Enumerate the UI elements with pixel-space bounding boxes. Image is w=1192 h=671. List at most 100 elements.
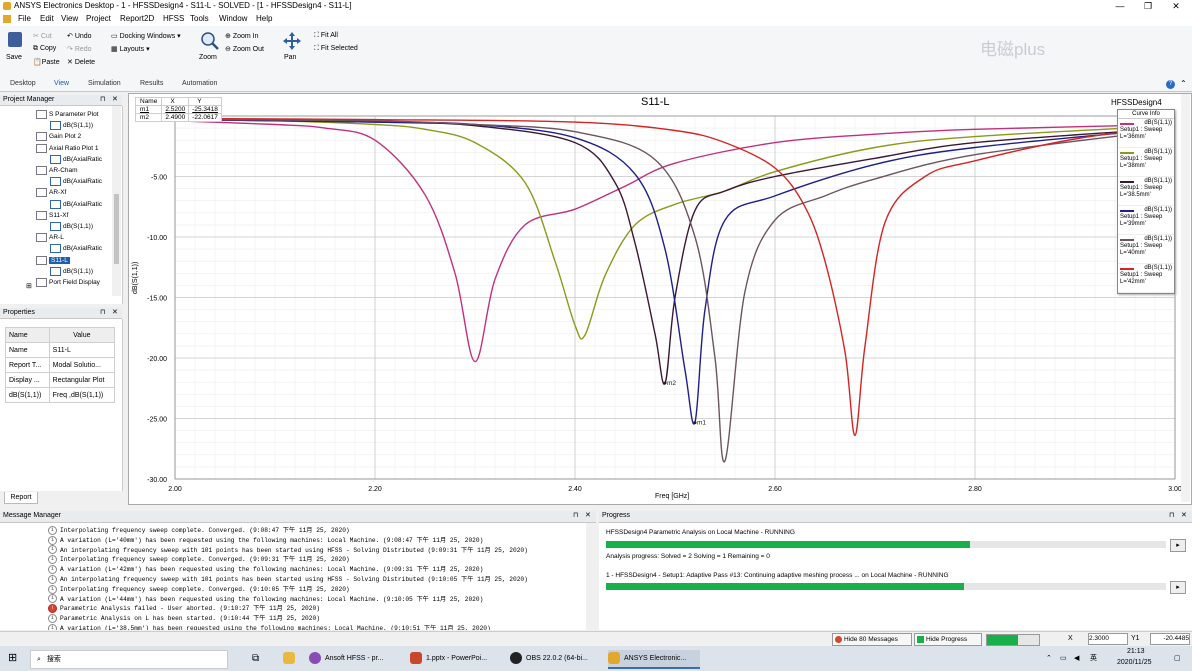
message-item[interactable]: i An interpolating frequency sweep with 1… <box>48 545 528 555</box>
zoom-out-button[interactable]: ⊖ Zoom Out <box>225 45 264 53</box>
collapse-ribbon-icon[interactable]: ⌃ <box>1180 79 1187 88</box>
tree-item[interactable]: S11-Xf <box>36 210 68 220</box>
fit-selected-button[interactable]: ⛶ Fit Selected <box>314 45 358 53</box>
prop-value[interactable]: Rectangular Plot <box>48 372 116 388</box>
progress-more-button-1[interactable]: ▸ <box>1170 539 1186 552</box>
docking-windows-button[interactable]: ▭ Docking Windows ▾ <box>111 32 181 40</box>
menu-report2d[interactable]: Report2D <box>120 14 154 23</box>
tree-item[interactable]: dB(S(1,1)) <box>50 121 93 131</box>
tab-view[interactable]: View <box>54 80 69 87</box>
tree-item[interactable]: Port Field Display <box>36 278 100 287</box>
taskbar-app-hfss[interactable]: Ansoft HFSS - pr... <box>309 650 399 667</box>
message-item[interactable]: i Interpolating frequency sweep complete.… <box>48 554 350 565</box>
notification-icon[interactable]: ▢ <box>1174 650 1181 667</box>
tree-item[interactable]: Axial Ratio Plot 1 <box>36 143 99 153</box>
menu-hfss[interactable]: HFSS <box>163 14 184 23</box>
speaker-icon[interactable]: ◀ <box>1074 650 1079 667</box>
tree-item[interactable]: dB(AxialRatic <box>50 177 102 187</box>
close-icon[interactable]: ✕ <box>585 511 591 519</box>
ime-indicator[interactable]: 英 <box>1090 650 1097 667</box>
scroll-thumb[interactable] <box>114 194 119 264</box>
paste-button[interactable]: 📋Paste <box>33 58 60 66</box>
close-icon[interactable]: ✕ <box>1162 0 1190 13</box>
pin-icon[interactable]: ⊓ <box>1169 511 1174 519</box>
tree-item[interactable]: dB(AxialRatic <box>50 244 102 254</box>
message-item[interactable]: i Parametric Analysis on L has been start… <box>48 613 320 624</box>
progress-more-button-2[interactable]: ▸ <box>1170 581 1186 594</box>
table-row[interactable]: Name S11-L <box>5 342 116 358</box>
menu-help[interactable]: Help <box>256 14 272 23</box>
taskbar-app-ansys[interactable]: ANSYS Electronic... <box>608 650 700 669</box>
prop-value[interactable]: Freq ,dB(S(1,1)) <box>48 387 116 403</box>
tree-item[interactable]: dB(AxialRatic <box>50 199 102 209</box>
redo-button[interactable]: ↷ Redo <box>67 45 92 53</box>
hide-progress-button[interactable]: Hide Progress <box>914 633 982 646</box>
report-tab[interactable]: Report <box>4 492 38 504</box>
hide-messages-button[interactable]: Hide 80 Messages <box>832 633 912 646</box>
message-item[interactable]: iA variation (L='40mm') has been request… <box>48 535 483 545</box>
pin-icon[interactable]: ⊓ <box>100 95 105 103</box>
tab-desktop[interactable]: Desktop <box>10 80 36 87</box>
delete-button[interactable]: ✕ Delete <box>67 58 95 66</box>
message-item[interactable]: i Interpolating frequency sweep complete.… <box>48 525 350 535</box>
legend-entry[interactable]: dB(S(1,1)) Setup1 : Sweep L='39mm' <box>1118 206 1174 235</box>
task-view-icon[interactable]: ⧉ <box>252 650 259 667</box>
tab-results[interactable]: Results <box>140 80 163 87</box>
pin-icon[interactable]: ⊓ <box>573 511 578 519</box>
network-icon[interactable]: ▭ <box>1060 650 1067 667</box>
expand-icon[interactable]: ⊞ <box>26 282 32 290</box>
close-icon[interactable]: ✕ <box>112 308 118 316</box>
s11-chart[interactable]: m1m2 2.00 2.20 2.40 2.60 2.80 3.00-5.00-10.00… <box>129 94 1191 504</box>
plot-window[interactable]: m1 m2 2.00 2.20 2.40 2.60 2.80 3.00 -5.00 -10.00… <box>128 93 1192 505</box>
windows-start-icon[interactable]: ⊞ <box>8 650 17 667</box>
tree-item[interactable]: dB(S(1,1)) <box>50 222 93 231</box>
file-explorer-icon[interactable] <box>283 650 299 667</box>
menu-project[interactable]: Project <box>86 14 111 23</box>
menu-edit[interactable]: Edit <box>40 14 54 23</box>
close-icon[interactable]: ✕ <box>1181 511 1187 519</box>
table-row[interactable]: dB(S(1,1)) Freq ,dB(S(1,1)) <box>5 387 116 403</box>
table-row[interactable]: m1 2.5200 -25.3418 <box>134 105 222 114</box>
message-scrollbar[interactable] <box>587 523 596 630</box>
tab-automation[interactable]: Automation <box>182 80 217 87</box>
marker-table[interactable]: Name X Y m1 2.5200 -25.3418 m2 2.4900 -22.0617 <box>134 97 222 122</box>
menu-file[interactable]: File <box>18 14 31 23</box>
message-item[interactable]: iA variation (L='44mm') has been request… <box>48 594 483 604</box>
tree-item[interactable]: AR-L <box>36 233 64 243</box>
tree-item[interactable]: AR-Xf <box>36 188 66 198</box>
table-row[interactable]: Report T... Modal Solutio... <box>5 357 116 373</box>
menu-window[interactable]: Window <box>219 14 247 23</box>
legend-entry[interactable]: dB(S(1,1)) Setup1 : Sweep L='38mm' <box>1118 148 1174 177</box>
message-item[interactable]: iA variation (L='38.5mm') has been reque… <box>48 623 491 630</box>
copy-button[interactable]: ⧉ Copy <box>33 45 56 53</box>
tree-item[interactable]: AR-Cham <box>36 166 78 175</box>
table-row[interactable]: Display ... Rectangular Plot <box>5 372 116 388</box>
message-item[interactable]: i Interpolating frequency sweep complete.… <box>48 584 350 594</box>
pin-icon[interactable]: ⊓ <box>100 308 105 316</box>
fit-all-button[interactable]: ⛶ Fit All <box>314 32 338 40</box>
tree-scrollbar[interactable] <box>112 106 121 296</box>
legend-entry[interactable]: dB(S(1,1)) Setup1 : Sweep L='40mm' <box>1118 235 1174 264</box>
menu-tools[interactable]: Tools <box>190 14 209 23</box>
tab-simulation[interactable]: Simulation <box>88 80 121 87</box>
taskbar-app-powerpoint[interactable]: 1.pptx - PowerPoi... <box>410 650 500 667</box>
pan-button[interactable]: Pan <box>281 31 303 71</box>
prop-value[interactable]: S11-L <box>48 342 116 358</box>
prop-value[interactable]: Modal Solutio... <box>48 357 116 373</box>
taskbar-search[interactable]: ⌕ 搜索 <box>30 650 228 669</box>
curve-info-legend[interactable]: Curve Info dB(S(1,1)) Setup1 : Sweep L='36… <box>1117 109 1175 294</box>
legend-entry[interactable]: dB(S(1,1)) Setup1 : Sweep L='42mm' <box>1118 264 1174 293</box>
zoom-in-button[interactable]: ⊕ Zoom In <box>225 32 259 40</box>
legend-entry[interactable]: dB(S(1,1)) Setup1 : Sweep L='38.5mm' <box>1118 177 1174 206</box>
message-item[interactable]: iA variation (L='42mm') has been request… <box>48 564 483 575</box>
restore-icon[interactable]: ❐ <box>1134 0 1162 13</box>
taskbar-app-obs[interactable]: OBS 22.0.2 (64-bi... <box>510 650 600 667</box>
tree-item[interactable]: dB(AxialRatic <box>50 154 102 164</box>
tree-item[interactable]: S Parameter Plot <box>36 110 99 119</box>
save-button[interactable]: Save <box>6 31 26 71</box>
message-item[interactable]: i An interpolating frequency sweep with 1… <box>48 574 528 584</box>
zoom-button[interactable]: Zoom <box>199 31 221 71</box>
help-icon[interactable]: ? <box>1166 80 1175 89</box>
minimize-icon[interactable]: — <box>1106 0 1134 13</box>
plot-scrollbar[interactable] <box>1181 94 1190 502</box>
